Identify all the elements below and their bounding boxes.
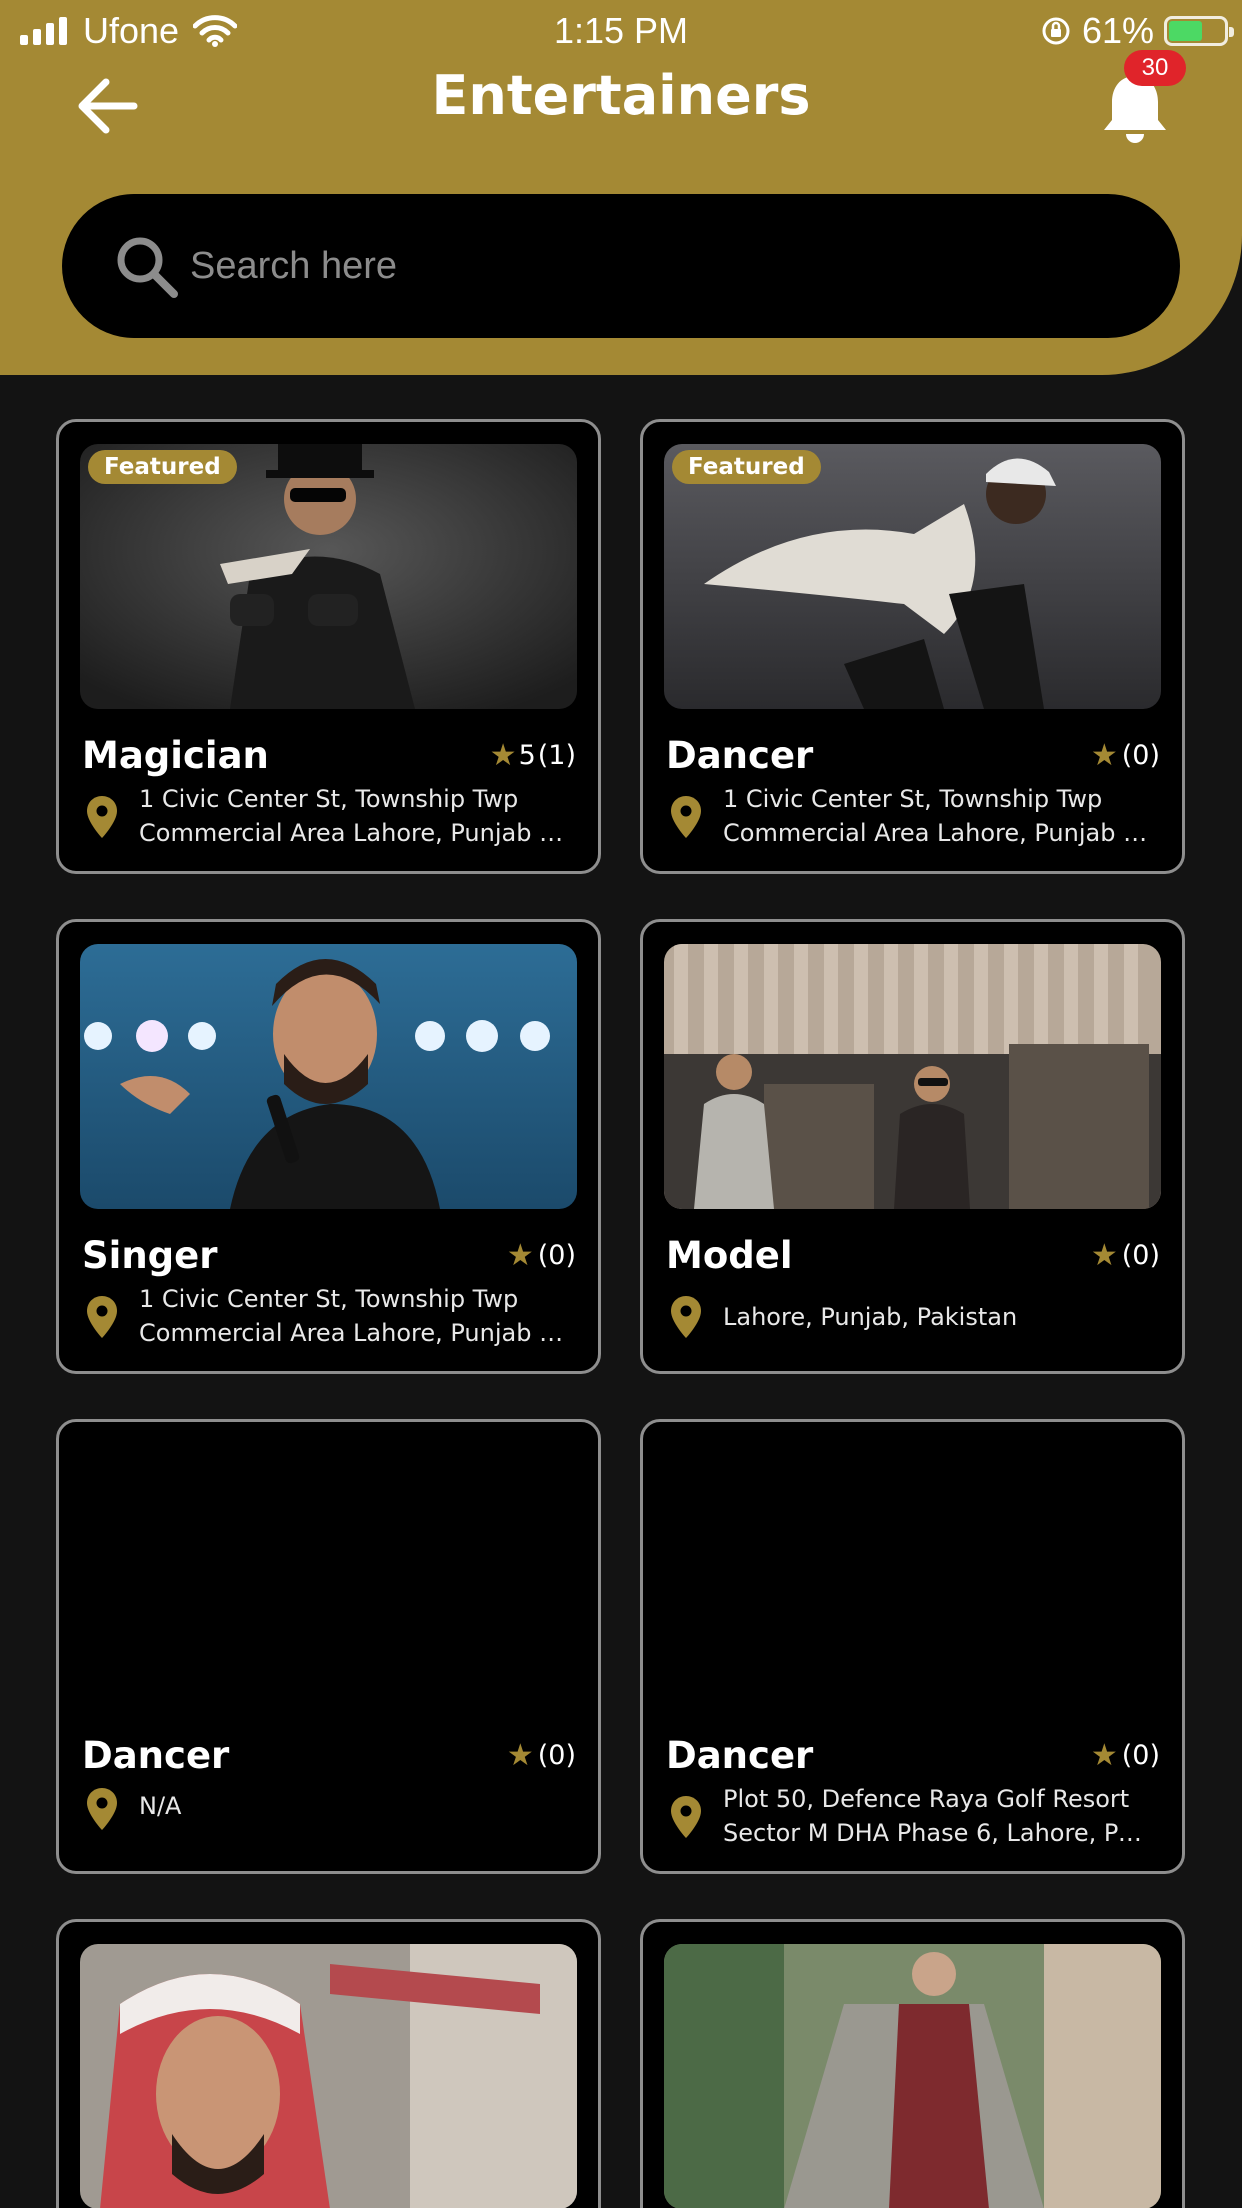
entertainer-card[interactable] xyxy=(56,1919,601,2208)
rating: ★ 5 (1) xyxy=(490,738,576,773)
star-icon: ★ xyxy=(506,1238,534,1273)
entertainer-card[interactable]: Featured Dancer ★ (0) 1 Civic Center St,… xyxy=(640,419,1185,874)
entertainer-name: Dancer xyxy=(666,734,814,777)
entertainer-photo: Featured xyxy=(664,444,1161,709)
star-icon: ★ xyxy=(1090,1738,1118,1773)
entertainer-photo xyxy=(664,1444,1161,1709)
entertainer-photo xyxy=(80,1944,577,2208)
entertainer-address: Plot 50, Defence Raya Golf Resort Sector… xyxy=(723,1785,1155,1847)
location-pin-icon xyxy=(87,1788,117,1830)
entertainer-address: 1 Civic Center St, Township Twp Commerci… xyxy=(723,785,1155,847)
entertainer-address: Lahore, Punjab, Pakistan xyxy=(723,1303,1018,1331)
notification-badge: 30 xyxy=(1124,50,1186,86)
rating: ★ (0) xyxy=(1091,738,1160,773)
entertainer-photo: Featured xyxy=(80,444,577,709)
featured-badge: Featured xyxy=(672,450,821,484)
entertainer-card[interactable]: Dancer ★ (0) Plot 50, Defence Raya Golf … xyxy=(640,1419,1185,1874)
entertainer-name: Model xyxy=(666,1234,793,1277)
rating-count: (0) xyxy=(1121,740,1160,771)
entertainer-photo xyxy=(664,1944,1161,2208)
entertainer-card[interactable]: Featured Magician ★ 5 (1) 1 Civic Center… xyxy=(56,419,601,874)
rating-value: 5 xyxy=(518,740,536,771)
rating-count: (0) xyxy=(1121,1740,1160,1771)
entertainer-address: N/A xyxy=(139,1792,182,1820)
location-pin-icon xyxy=(671,796,701,838)
entertainer-name: Magician xyxy=(82,734,269,777)
page-title: Entertainers xyxy=(431,64,811,127)
location-pin-icon xyxy=(671,1296,701,1338)
star-icon: ★ xyxy=(506,1738,534,1773)
entertainer-card[interactable]: Model ★ (0) Lahore, Punjab, Pakistan xyxy=(640,919,1185,1374)
entertainer-name: Dancer xyxy=(666,1734,814,1777)
entertainer-card[interactable]: Dancer ★ (0) N/A xyxy=(56,1419,601,1874)
entertainer-address: 1 Civic Center St, Township Twp Commerci… xyxy=(139,785,571,847)
location-pin-icon xyxy=(87,1296,117,1338)
search-bar[interactable] xyxy=(62,194,1180,338)
rating-count: (1) xyxy=(537,740,576,771)
search-icon xyxy=(117,237,178,298)
entertainer-name: Singer xyxy=(82,1234,218,1277)
star-icon: ★ xyxy=(1090,738,1118,773)
search-input[interactable] xyxy=(190,230,1110,302)
entertainer-card[interactable]: Singer ★ (0) 1 Civic Center St, Township… xyxy=(56,919,601,1374)
rating-count: (0) xyxy=(1121,1240,1160,1271)
entertainer-address: 1 Civic Center St, Township Twp Commerci… xyxy=(139,1285,571,1347)
entertainer-card[interactable] xyxy=(640,1919,1185,2208)
rating: ★ (0) xyxy=(1091,1238,1160,1273)
battery-icon xyxy=(1164,16,1234,46)
rating-count: (0) xyxy=(537,1740,576,1771)
featured-badge: Featured xyxy=(88,450,237,484)
star-icon: ★ xyxy=(1090,1238,1118,1273)
location-pin-icon xyxy=(671,1796,701,1838)
entertainer-name: Dancer xyxy=(82,1734,230,1777)
entertainer-photo xyxy=(664,944,1161,1209)
entertainer-photo xyxy=(80,1444,577,1709)
rating-count: (0) xyxy=(537,1240,576,1271)
location-pin-icon xyxy=(87,796,117,838)
star-icon: ★ xyxy=(489,738,517,773)
rating: ★ (0) xyxy=(507,1238,576,1273)
battery-percent: 61% xyxy=(1081,10,1154,51)
entertainer-photo xyxy=(80,944,577,1209)
rotation-lock-icon xyxy=(1042,17,1070,45)
status-bar: Ufone 1:15 PM 61% xyxy=(0,0,1242,62)
rating: ★ (0) xyxy=(1091,1738,1160,1773)
rating: ★ (0) xyxy=(507,1738,576,1773)
